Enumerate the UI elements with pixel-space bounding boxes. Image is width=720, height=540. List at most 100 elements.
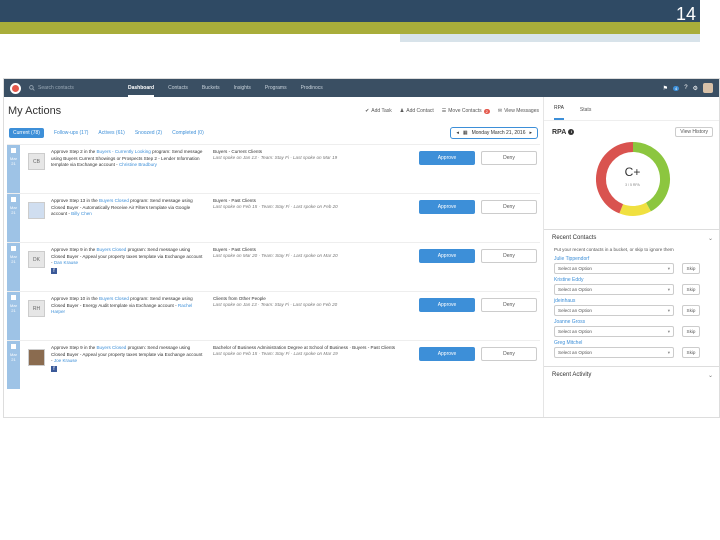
- contact-avatar[interactable]: DK: [28, 251, 45, 268]
- tab-rpa[interactable]: RPA: [554, 105, 564, 120]
- recent-activity-header[interactable]: Recent Activity ⌄: [544, 366, 719, 384]
- program-link[interactable]: Buyers Closed: [99, 198, 129, 203]
- contact-avatar[interactable]: RH: [28, 300, 45, 317]
- add-task-label: Add Task: [371, 108, 392, 114]
- settings-icon[interactable]: ⚙: [693, 85, 698, 92]
- date-label: Monday March 21, 2016: [471, 130, 526, 136]
- row-checkbox[interactable]: [11, 148, 16, 153]
- contact-last-spoke: Last spoke on Feb 15 · Team: Stay Fi · L…: [213, 351, 338, 357]
- view-messages-button[interactable]: ✉ View Messages: [498, 108, 539, 114]
- contact-last-spoke: Last spoke on Feb 15 · Team: Stay Fi · L…: [213, 204, 338, 210]
- help-icon[interactable]: ?: [684, 85, 687, 91]
- filter-followups[interactable]: Follow-ups (17): [54, 130, 88, 136]
- add-contact-button[interactable]: ♟ Add Contact: [400, 108, 434, 114]
- right-panel: RPA Stats RPA i View History C+ 3 / 5 RPA…: [543, 97, 719, 417]
- program-link[interactable]: Buyers Closed: [96, 345, 126, 350]
- skip-button[interactable]: Skip: [682, 284, 700, 295]
- facebook-icon[interactable]: f: [51, 267, 57, 274]
- row-checkbox[interactable]: [11, 246, 16, 251]
- approve-button[interactable]: Approve: [419, 151, 475, 165]
- filter-actives[interactable]: Actives (61): [98, 130, 124, 136]
- row-checkbox[interactable]: [11, 197, 16, 202]
- nav-prodinocs[interactable]: Prodinocs: [301, 79, 323, 97]
- approve-button[interactable]: Approve: [419, 298, 475, 312]
- row-rail: Mar 21: [7, 145, 20, 193]
- bucket-select[interactable]: Select an Option ▾: [554, 305, 674, 316]
- view-messages-label: View Messages: [504, 108, 539, 114]
- row-checkbox[interactable]: [11, 344, 16, 349]
- recent-contact-name[interactable]: jdeinhaus: [554, 298, 711, 305]
- contact-avatar[interactable]: CB: [28, 153, 45, 170]
- contact-info: Buyers - Past Clients Last spoke on Mar 2…: [203, 243, 413, 291]
- right-tabs: RPA Stats: [544, 97, 719, 121]
- tab-stats[interactable]: Stats: [580, 107, 591, 120]
- desc-text: Approve Step 13 in the: [51, 198, 100, 203]
- contact-link[interactable]: Christine Bradbury: [119, 162, 157, 167]
- search-input[interactable]: Search contacts: [38, 85, 74, 91]
- skip-button[interactable]: Skip: [682, 326, 700, 337]
- nav-contacts[interactable]: Contacts: [168, 79, 188, 97]
- skip-button[interactable]: Skip: [682, 263, 700, 274]
- recent-contacts-title: Recent Contacts: [552, 235, 597, 241]
- contact-avatar[interactable]: [28, 202, 45, 219]
- contact-avatar[interactable]: [28, 349, 45, 366]
- date-picker[interactable]: ◂ ▦ Monday March 21, 2016 ▸: [450, 127, 538, 139]
- recent-contact-name[interactable]: Greg Mitchel: [554, 340, 711, 347]
- contact-link[interactable]: Dan Krause: [54, 260, 78, 265]
- nav-dashboard[interactable]: Dashboard: [128, 79, 155, 97]
- recent-contact-name[interactable]: Julie Tippendorf: [554, 256, 711, 263]
- prev-date-icon[interactable]: ◂: [456, 130, 459, 136]
- recent-contacts-header[interactable]: Recent Contacts ⌄: [544, 229, 719, 247]
- filter-completed[interactable]: Completed (0): [172, 130, 204, 136]
- action-row: Mar 21 RH Approve Step 10 in the Buyers Clo…: [7, 291, 540, 340]
- approve-button[interactable]: Approve: [419, 249, 475, 263]
- view-history-button[interactable]: View History: [675, 127, 713, 137]
- deny-button[interactable]: Deny: [481, 298, 537, 312]
- search-box[interactable]: Search contacts: [29, 85, 121, 91]
- user-avatar[interactable]: [703, 83, 713, 93]
- nav-insights[interactable]: Insights: [234, 79, 251, 97]
- recent-contact: Julie Tippendorf Select an Option ▾ Skip: [544, 255, 719, 276]
- filter-current[interactable]: Current (78): [9, 128, 44, 138]
- recent-contact-name[interactable]: Kristine Eddy: [554, 277, 711, 284]
- approve-button[interactable]: Approve: [419, 347, 475, 361]
- logo[interactable]: [10, 82, 21, 94]
- deny-button[interactable]: Deny: [481, 151, 537, 165]
- nav-programs[interactable]: Programs: [265, 79, 287, 97]
- contact-link[interactable]: Joe Krause: [54, 358, 77, 363]
- info-icon[interactable]: i: [568, 129, 575, 135]
- bucket-select[interactable]: Select an Option ▾: [554, 326, 674, 337]
- recent-contact-name[interactable]: Joanne Gross: [554, 319, 711, 326]
- slide-number: 14: [675, 4, 696, 24]
- app-window: Search contacts Dashboard Contacts Bucke…: [3, 78, 720, 418]
- search-icon: [29, 85, 35, 91]
- approve-button[interactable]: Approve: [419, 200, 475, 214]
- top-nav: Search contacts Dashboard Contacts Bucke…: [4, 79, 719, 97]
- action-row: Mar 21 CB Approve Step 2 in the Buyers - Cu…: [7, 144, 540, 193]
- program-link[interactable]: Buyers Closed: [99, 296, 129, 301]
- program-link[interactable]: Buyers Closed: [96, 247, 126, 252]
- add-task-button[interactable]: ✔ Add Task: [365, 108, 392, 114]
- bucket-select[interactable]: Select an Option ▾: [554, 284, 674, 295]
- bucket-select[interactable]: Select an Option ▾: [554, 263, 674, 274]
- deny-button[interactable]: Deny: [481, 347, 537, 361]
- filter-snoozed[interactable]: Snoozed (2): [135, 130, 162, 136]
- notification-badge[interactable]: 4: [673, 85, 680, 91]
- row-day: 21: [11, 259, 16, 264]
- facebook-icon[interactable]: f: [51, 365, 57, 372]
- chevron-down-icon: ▾: [667, 265, 670, 271]
- contact-info: Buyers - Current Clients Last spoke on Ja…: [203, 145, 413, 193]
- row-checkbox[interactable]: [11, 295, 16, 300]
- nav-buckets[interactable]: Buckets: [202, 79, 220, 97]
- page-title: My Actions: [8, 105, 62, 117]
- skip-button[interactable]: Skip: [682, 347, 700, 358]
- move-contacts-button[interactable]: ☰ Move Contacts 2: [442, 108, 490, 114]
- bucket-select[interactable]: Select an Option ▾: [554, 347, 674, 358]
- deny-button[interactable]: Deny: [481, 200, 537, 214]
- deny-button[interactable]: Deny: [481, 249, 537, 263]
- program-link[interactable]: Buyers - Currently Looking: [96, 149, 150, 154]
- flag-icon[interactable]: ⚑: [663, 85, 668, 92]
- skip-button[interactable]: Skip: [682, 305, 700, 316]
- contact-link[interactable]: Billy Chen: [71, 211, 92, 216]
- next-date-icon[interactable]: ▸: [529, 130, 532, 136]
